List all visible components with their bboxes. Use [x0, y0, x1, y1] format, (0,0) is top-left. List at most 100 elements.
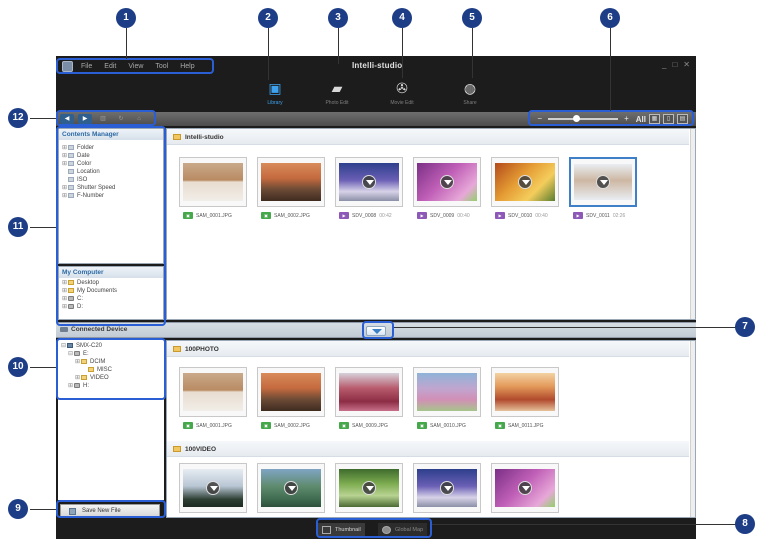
photo-type-icon: ▣: [339, 422, 349, 429]
photo-type-icon: ▣: [417, 422, 427, 429]
file-name: SAM_0001.JPG: [196, 422, 232, 429]
leader-line-2: [268, 28, 269, 80]
library-folder-header: Intelli-studio: [173, 131, 224, 143]
callout-box-view-controls: [528, 110, 694, 126]
thumbnail-caption: ▣ SAM_0001.JPG: [183, 212, 263, 219]
library-scrollbar[interactable]: [690, 129, 695, 319]
device-video-folder-name: 100VIDEO: [185, 445, 217, 453]
device-photo-folder-name: 100PHOTO: [185, 345, 219, 353]
leader-line-11: [30, 227, 56, 228]
device-photo-thumbnail[interactable]: [257, 367, 325, 417]
library-content: Intelli-studio ▣ SAM_0001.JPG ▣ SAM_0002.JP…: [166, 128, 696, 320]
video-duration: 02:26: [612, 212, 626, 219]
leader-line-4: [402, 28, 403, 78]
callout-4: 4: [392, 8, 412, 28]
device-scrollbar[interactable]: [690, 341, 695, 517]
photo-type-icon: ▣: [261, 422, 271, 429]
play-icon: [284, 481, 298, 495]
mode-library-button[interactable]: ▣ Library: [254, 78, 296, 114]
thumbnail-image: [339, 373, 399, 411]
library-icon: ▣: [268, 80, 282, 96]
library-thumbnail[interactable]: [413, 157, 481, 207]
connected-device-title: Connected Device: [60, 326, 127, 333]
window-controls: _ □ ✕: [662, 60, 690, 70]
library-thumbnail[interactable]: [179, 157, 247, 207]
library-thumbnail[interactable]: [569, 157, 637, 207]
device-video-thumbnail[interactable]: [179, 463, 247, 513]
play-icon: [440, 175, 454, 189]
device-photo-thumbnail[interactable]: [491, 367, 559, 417]
device-video-thumbnail[interactable]: [413, 463, 481, 513]
maximize-button[interactable]: □: [672, 60, 677, 70]
thumbnail-caption: ▶ SDV_0011 02:26: [573, 212, 653, 219]
mode-library-label: Library: [267, 100, 283, 106]
video-duration: 00:42: [379, 212, 392, 219]
callout-box-collapse: [362, 321, 394, 339]
callout-11: 11: [8, 217, 28, 237]
screenshot-root: File Edit View Tool Help Intelli-studio …: [0, 0, 760, 539]
device-photo-thumbnail[interactable]: [179, 367, 247, 417]
device-video-header-band: [167, 441, 689, 457]
folder-icon: [173, 134, 181, 140]
video-type-icon: ▶: [495, 212, 505, 219]
connected-device-label: Connected Device: [71, 326, 128, 333]
mode-photo-edit-button[interactable]: ▰ Photo Edit: [316, 78, 358, 114]
file-name: SAM_0010.JPG: [430, 422, 466, 429]
play-icon: [206, 481, 220, 495]
callout-5: 5: [462, 8, 482, 28]
thumbnail-image: [495, 373, 555, 411]
play-icon: [362, 175, 376, 189]
callout-box-contents-manager: [56, 126, 166, 326]
library-folder-name: Intelli-studio: [185, 133, 224, 141]
thumbnail-caption: ▶ SDV_0010 00:40: [495, 212, 575, 219]
video-type-icon: ▶: [417, 212, 427, 219]
file-name: SAM_0001.JPG: [196, 212, 232, 219]
video-type-icon: ▶: [573, 212, 583, 219]
leader-line-10: [30, 367, 56, 368]
close-button[interactable]: ✕: [683, 60, 690, 70]
library-thumbnail[interactable]: [257, 157, 325, 207]
device-photo-thumbnail[interactable]: [413, 367, 481, 417]
photo-type-icon: ▣: [495, 422, 505, 429]
thumbnail-image: [261, 163, 321, 201]
file-name: SAM_0002.JPG: [274, 212, 310, 219]
thumbnail-image: [183, 163, 243, 201]
leader-line-7: [394, 327, 740, 328]
callout-7: 7: [735, 317, 755, 337]
callout-12: 12: [8, 108, 28, 128]
callout-3: 3: [328, 8, 348, 28]
file-name: SDV_0011: [586, 212, 610, 219]
callout-6: 6: [600, 8, 620, 28]
folder-icon: [173, 446, 181, 452]
thumbnail-caption: ▣ SAM_0011.JPG: [495, 422, 575, 429]
device-video-folder-header: 100VIDEO: [173, 443, 216, 455]
leader-line-12: [30, 118, 56, 119]
thumbnail-caption: ▶ SDV_0009 00:40: [417, 212, 497, 219]
photo-type-icon: ▣: [183, 422, 193, 429]
mode-movie-edit-button[interactable]: ✇ Movie Edit: [381, 78, 423, 114]
device-photo-thumbnail[interactable]: [335, 367, 403, 417]
library-thumbnail[interactable]: [491, 157, 559, 207]
thumbnail-image: [183, 373, 243, 411]
file-name: SDV_0010: [508, 212, 533, 219]
callout-8: 8: [735, 514, 755, 534]
device-video-thumbnail[interactable]: [257, 463, 325, 513]
file-name: SAM_0002.JPG: [274, 422, 310, 429]
leader-line-6: [610, 28, 611, 111]
library-thumbnail[interactable]: [335, 157, 403, 207]
callout-box-save: [56, 500, 166, 518]
mode-share-label: Share: [463, 100, 477, 106]
mode-movie-edit-label: Movie Edit: [390, 100, 414, 106]
file-name: SAM_0011.JPG: [508, 422, 544, 429]
photo-type-icon: ▣: [261, 212, 271, 219]
app-title: Intelli-studio: [352, 61, 403, 70]
device-video-thumbnail[interactable]: [335, 463, 403, 513]
mode-share-button[interactable]: ◍ Share: [449, 78, 491, 114]
device-video-thumbnail[interactable]: [491, 463, 559, 513]
minimize-button[interactable]: _: [662, 60, 666, 70]
mode-bar: ▣ Library ▰ Photo Edit ✇ Movie Edit ◍ Sh…: [56, 76, 696, 114]
callout-1: 1: [116, 8, 136, 28]
leader-line-8: [432, 524, 738, 525]
photo-type-icon: ▣: [183, 212, 193, 219]
device-icon: [60, 326, 68, 332]
